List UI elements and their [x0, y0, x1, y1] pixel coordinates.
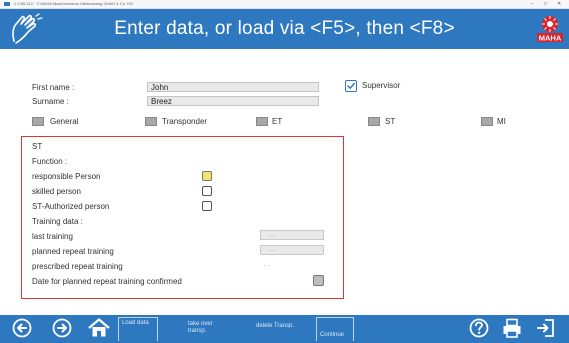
back-arrow-icon[interactable] [12, 318, 32, 338]
surname-label: Surname : [32, 97, 69, 106]
skilled-person-checkbox[interactable] [202, 186, 212, 196]
delete-transp-button[interactable]: delete Transp. [254, 317, 310, 341]
window-titlebar: 1.9.85.312 · © MAHA Maschinenbau Haldenw… [0, 0, 569, 9]
take-over-transp-button[interactable]: take over transp. [186, 317, 230, 341]
exit-icon[interactable] [536, 318, 556, 338]
continue-button[interactable]: Continue [316, 317, 354, 341]
function-label: Function : [32, 157, 68, 166]
supervisor-checkbox[interactable] [345, 80, 357, 92]
st-heading: ST [32, 142, 43, 151]
printer-icon[interactable] [502, 318, 522, 338]
close-window-button[interactable]: ✕ [557, 0, 561, 8]
responsible-person-checkbox[interactable] [202, 171, 212, 181]
date-confirmed-checkbox[interactable] [313, 275, 324, 286]
date-confirmed-label: Date for planned repeat training confirm… [32, 277, 182, 286]
prescribed-repeat-training-value: . . [264, 261, 270, 268]
app-icon [4, 2, 10, 6]
st-authorized-person-checkbox[interactable] [202, 201, 212, 211]
tab-general-button[interactable] [32, 117, 44, 126]
header-bar: Enter data, or load via <F5>, then <F8> … [0, 9, 569, 49]
responsible-person-label: responsible Person [32, 172, 101, 181]
tab-st-button[interactable] [368, 117, 380, 126]
logo-text: MAHA [539, 34, 562, 43]
skilled-person-label: skilled person [32, 187, 81, 196]
planned-repeat-training-field[interactable]: . . [260, 245, 324, 255]
first-name-label: First name : [32, 83, 75, 92]
load-data-button[interactable]: Load data [118, 317, 158, 341]
supervisor-label: Supervisor [362, 81, 401, 90]
home-icon[interactable] [88, 318, 110, 338]
tab-mi-label: MI [497, 117, 506, 126]
prescribed-repeat-training-label: prescribed repeat training [32, 262, 123, 271]
first-name-field[interactable]: John [147, 82, 319, 92]
help-icon[interactable] [469, 318, 489, 338]
last-training-field[interactable]: . . [260, 230, 324, 240]
tab-transponder-button[interactable] [145, 117, 157, 126]
maha-logo: MAHA [537, 16, 563, 43]
maximize-button[interactable]: □ [544, 0, 547, 8]
tab-st-label: ST [385, 117, 396, 126]
bottom-toolbar: Load data take over transp. delete Trans… [0, 315, 569, 343]
tab-mi-button[interactable] [481, 117, 493, 126]
forward-arrow-icon[interactable] [52, 318, 72, 338]
tab-et-button[interactable] [256, 117, 268, 126]
tab-et-label: ET [272, 117, 283, 126]
window-title: 1.9.85.312 · © MAHA Maschinenbau Haldenw… [14, 1, 134, 6]
planned-repeat-training-label: planned repeat training [32, 247, 114, 256]
check-icon [347, 82, 355, 90]
training-data-label: Training data : [32, 217, 83, 226]
page-title: Enter data, or load via <F5>, then <F8> [114, 18, 455, 39]
tab-transponder-label: Transponder [162, 117, 208, 126]
last-training-label: last training [32, 232, 73, 241]
minimize-button[interactable]: – [531, 0, 534, 8]
surname-field[interactable]: Breez [147, 96, 319, 106]
tab-general-label: General [50, 117, 79, 126]
st-authorized-person-label: ST-Authorized person [32, 202, 110, 211]
